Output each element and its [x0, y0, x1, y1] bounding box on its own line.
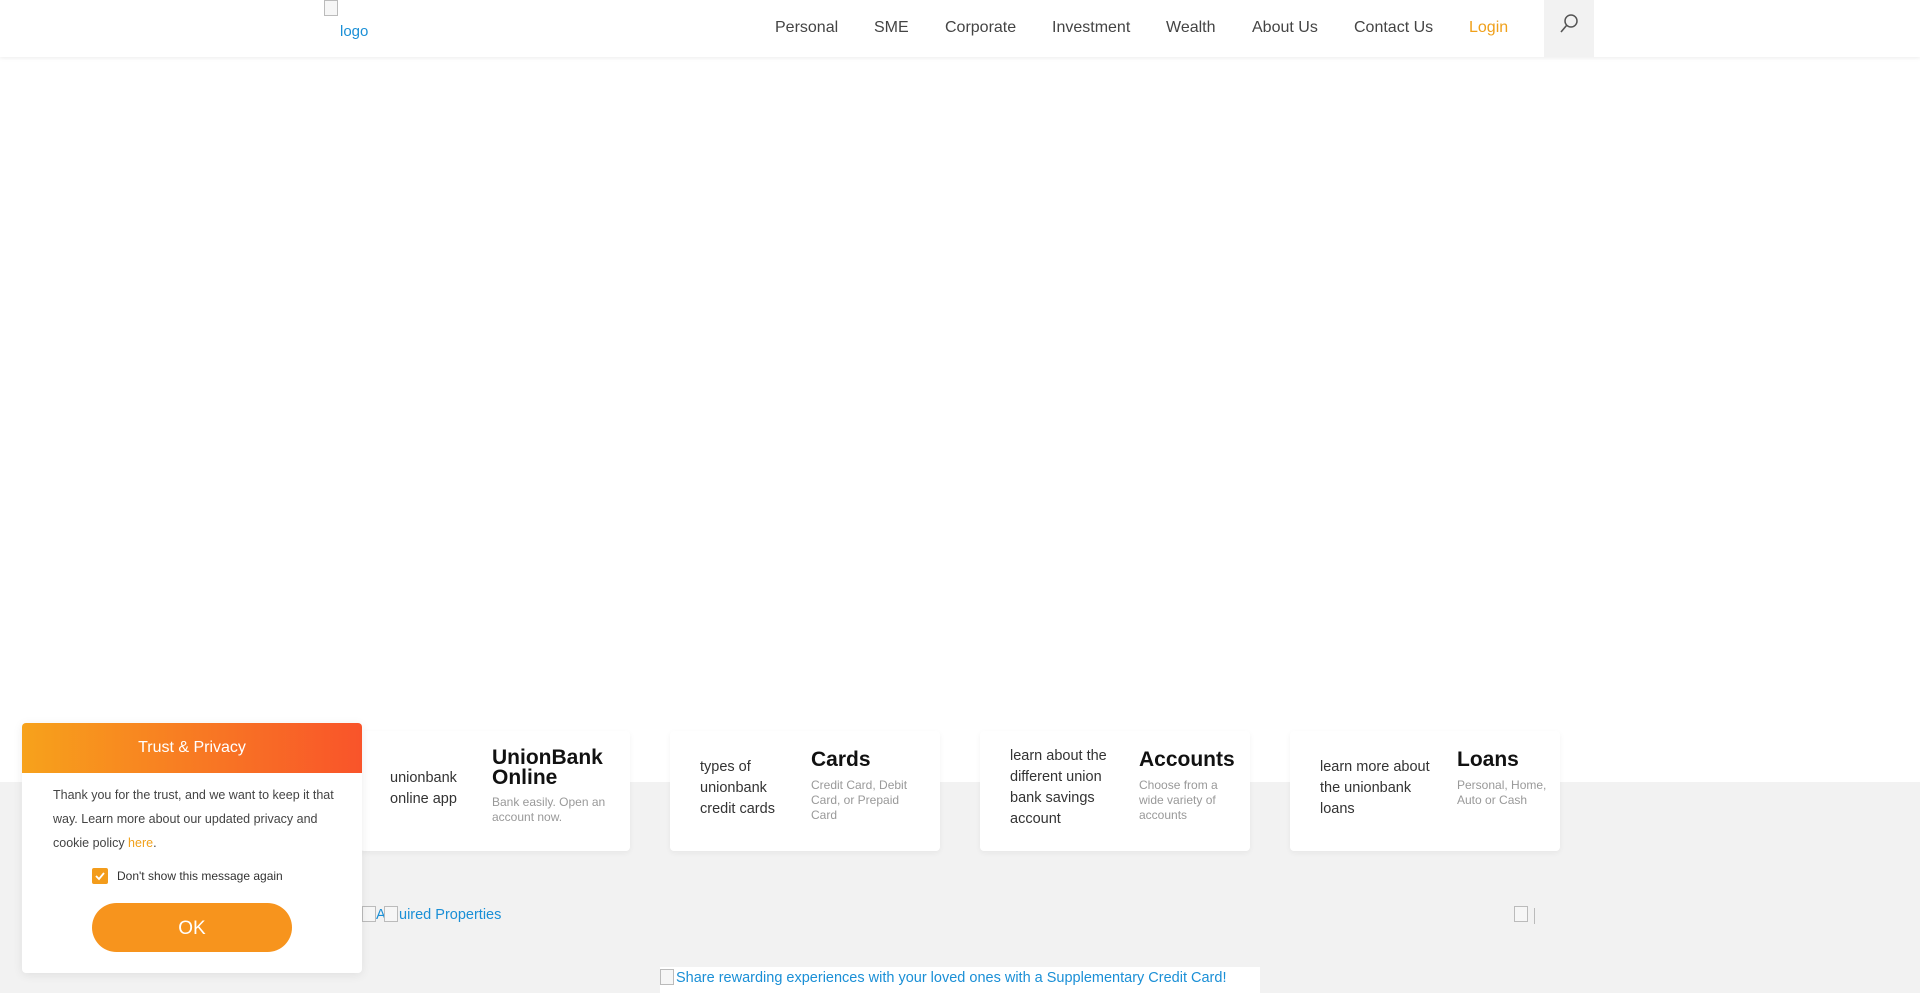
card-image-alt: learn about the different union bank sav… — [1010, 748, 1107, 827]
logo-alt-text: logo — [340, 23, 369, 40]
card-title: Cards — [811, 748, 871, 771]
card-title: Accounts — [1139, 748, 1235, 771]
card-title: Loans — [1457, 748, 1519, 771]
logo[interactable]: logo — [324, 0, 384, 46]
cookie-popup-title: Trust & Privacy — [22, 723, 362, 773]
divider — [1534, 908, 1535, 924]
nav-personal[interactable]: Personal — [775, 19, 838, 37]
privacy-policy-link[interactable]: here — [128, 836, 153, 850]
ok-button[interactable]: OK — [92, 903, 292, 952]
check-icon — [95, 872, 105, 881]
card-image-alt: unionbank online app — [390, 770, 457, 807]
broken-image-icon — [660, 969, 674, 985]
card-title: UnionBank Online — [492, 746, 603, 789]
site-header: logo Personal SME Corporate Investment W… — [0, 0, 1920, 57]
promo-link[interactable]: Share rewarding experiences with your lo… — [676, 970, 1226, 986]
card-loans[interactable]: learn more about the unionbank loans Loa… — [1290, 731, 1560, 851]
acquired-properties-link[interactable]: uired Properties — [399, 907, 501, 923]
nav-wealth[interactable]: Wealth — [1166, 19, 1216, 37]
card-image-alt: types of unionbank credit cards — [700, 759, 775, 817]
promo-banner[interactable]: Share rewarding experiences with your lo… — [660, 967, 1260, 993]
cookie-message-text: Thank you for the trust, and we want to … — [53, 788, 334, 850]
cookie-message-period: . — [153, 836, 157, 850]
card-description: Personal, Home, Auto or Cash — [1457, 778, 1547, 807]
nav-about-us[interactable]: About Us — [1252, 19, 1318, 37]
broken-image-icon — [324, 0, 338, 16]
card-description: Credit Card, Debit Card, or Prepaid Card — [811, 778, 908, 822]
card-unionbank-online[interactable]: unionbank online app UnionBank Online Ba… — [360, 731, 630, 851]
card-cards[interactable]: types of unionbank credit cards Cards Cr… — [670, 731, 940, 851]
search-icon — [1560, 14, 1578, 33]
broken-image-icon — [384, 906, 398, 922]
broken-image-icon[interactable] — [1514, 906, 1528, 922]
checkbox-checked[interactable] — [92, 868, 108, 884]
cookie-popup: Trust & Privacy Thank you for the trust,… — [22, 723, 362, 973]
login-link[interactable]: Login — [1469, 19, 1508, 37]
card-image-alt: learn more about the unionbank loans — [1320, 759, 1430, 817]
card-description: Bank easily. Open an account now. — [492, 795, 606, 824]
nav-sme[interactable]: SME — [874, 19, 909, 37]
nav-corporate[interactable]: Corporate — [945, 19, 1016, 37]
card-accounts[interactable]: learn about the different union bank sav… — [980, 731, 1250, 851]
nav-investment[interactable]: Investment — [1052, 19, 1130, 37]
checkbox-label: Don't show this message again — [117, 869, 283, 883]
cookie-message: Thank you for the trust, and we want to … — [53, 783, 338, 855]
nav-contact-us[interactable]: Contact Us — [1354, 19, 1433, 37]
broken-image-icon — [362, 906, 376, 922]
card-description: Choose from a wide variety of accounts — [1139, 778, 1218, 822]
search-button[interactable] — [1544, 0, 1594, 57]
